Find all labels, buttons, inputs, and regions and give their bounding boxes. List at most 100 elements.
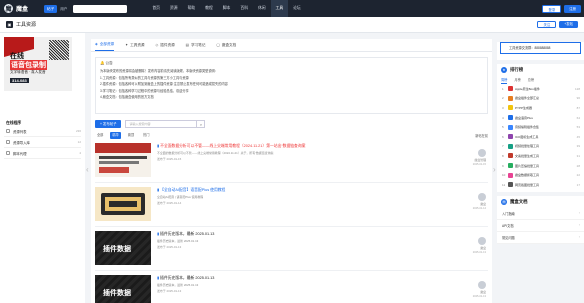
doc-icon: ▮ <box>157 232 160 236</box>
tab-docs[interactable]: ▢ 魔盒文档 <box>216 39 236 51</box>
post-item[interactable]: 插件数据 ▮ 插件历史版本，最新 2025.01.13 插件历史版本，最新 20… <box>95 227 488 271</box>
filter-all[interactable]: 全部 <box>95 132 105 139</box>
filter-featured[interactable]: 精华 <box>110 132 121 139</box>
nav-help[interactable]: 帮助 <box>183 0 201 17</box>
forum-icon: ▣ <box>6 21 13 28</box>
avatar <box>478 281 486 289</box>
nav-tools[interactable]: 工具 <box>270 0 289 17</box>
book-icon: ▤ <box>501 198 507 205</box>
rank-item[interactable]: 2 魔盒插件全部汇总 96 <box>497 94 584 104</box>
left-sidebar: 在线 语音包录制 文字转语音 · 真人发音 314-083 在线程序 资源列表 … <box>0 33 85 303</box>
publish-post-button[interactable]: + 发布帖子 <box>95 120 122 128</box>
filter-pinned[interactable]: 置顶 <box>126 132 136 139</box>
post-title[interactable]: ▮ 插件历史版本，最新 2025.01.13 <box>157 231 488 237</box>
search-scope-toggle: 帖子 用户 <box>44 4 70 13</box>
register-button[interactable]: 注册 <box>564 4 581 13</box>
login-button[interactable]: 登录 <box>542 4 562 13</box>
announcement-line: 2.插件资源：包括各种可以附加到魔盒上的插件资源 注意禁止发布任何可能造成损失的… <box>100 82 228 87</box>
tab-all[interactable]: ◈ 全部资源 <box>95 39 115 51</box>
post-title[interactable]: ▮ 插件历史版本，最新 2025.01.13 <box>157 275 488 281</box>
banner-subtitle: 语音包录制 <box>10 60 47 70</box>
announcement-line: 1.工具资源：包括所有类似的工具与资源的第三方小工具与资源 <box>100 75 189 80</box>
post-search-input[interactable]: 请输入搜索内容 <box>125 120 198 128</box>
tab-plugins[interactable]: ◇ 插件资源 <box>156 39 175 51</box>
logo[interactable]: 魔 魔盒 <box>4 4 42 13</box>
nav-leisure[interactable]: 休闲 <box>253 0 271 17</box>
banner-caption: 文字转语音 · 真人发音 <box>10 70 46 74</box>
doc-link[interactable]: 常见问题 › <box>497 232 584 244</box>
rank-item[interactable]: 8 文案批量生成工具 31 <box>497 151 584 161</box>
post-author[interactable]: 魔盒 2025-01-13 <box>473 237 486 254</box>
post-author[interactable]: 魔盒 2025-01-13 <box>473 281 486 298</box>
nav-home[interactable]: 首页 <box>147 0 165 17</box>
avatar <box>478 193 486 201</box>
rank-item[interactable]: 3 PYPP生成器 87 <box>497 103 584 113</box>
nav-wiki[interactable]: 百科 <box>235 0 253 17</box>
scope-users[interactable]: 用户 <box>57 5 70 13</box>
order-dropdown[interactable]: 新帖在前 <box>475 133 488 138</box>
search-icon[interactable]: ⌕ <box>197 120 206 128</box>
logo-icon: 魔 <box>4 4 13 13</box>
app-icon <box>508 153 513 159</box>
post-meta: 发布于 2025-01-13 <box>157 245 182 249</box>
rank-item[interactable]: 1 Apple原生Box插件 128 <box>497 84 584 94</box>
announcement-title: 🔔 公告 <box>100 61 113 65</box>
post-title[interactable]: ▮ 【全自动AI配音】语音配Plus 使用教程 <box>157 187 488 193</box>
doc-link[interactable]: 入门指南 › <box>497 208 584 220</box>
tab-notes[interactable]: ▤ 学习笔记 <box>186 39 206 51</box>
rank-item[interactable]: 9 图片压缩批量工具 28 <box>497 161 584 171</box>
post-author[interactable]: 魔盒 2025-01-14 <box>473 193 486 210</box>
promo-banner[interactable]: 在线 语音包录制 文字转语音 · 真人发音 314-083 <box>4 37 72 91</box>
follow-button[interactable]: 关注 <box>537 21 557 28</box>
chevron-left-icon[interactable]: ‹ <box>86 165 89 174</box>
sidebar-item-import[interactable]: 资源导入库 12 <box>4 137 81 148</box>
chevron-right-icon: › <box>578 235 580 240</box>
chevron-right-icon: › <box>578 211 580 216</box>
post-thumbnail: 插件数据 <box>95 275 151 303</box>
nav-tutorials[interactable]: 教程 <box>200 0 218 17</box>
sidebar-item-script-proxy[interactable]: 脚本代理 4 <box>4 148 81 159</box>
rank-item[interactable]: 4 魔盒语音Plus 64 <box>497 113 584 123</box>
sidebar-item-resource-list[interactable]: 资源列表 236 <box>4 126 81 137</box>
nav-scripts[interactable]: 脚本 <box>218 0 236 17</box>
leaderboard-title: 排行榜 <box>510 67 524 72</box>
tab-total[interactable]: 总榜 <box>528 76 534 84</box>
rank-item[interactable]: 11 网页截图批量工具 17 <box>497 180 584 190</box>
post-item[interactable]: ▮ 不全面数据分析可以不管——线上尖端常用教程（2024.11.21）第一站出“… <box>95 139 488 183</box>
avatar <box>478 149 486 157</box>
rank-item[interactable]: 5 音频编辑插件合集 53 <box>497 122 584 132</box>
rank-item[interactable]: 10 魔盒数据抓取工具 22 <box>497 170 584 180</box>
group-info[interactable]: 工具资源交流群：888888888 <box>500 42 581 54</box>
app-icon <box>508 182 513 188</box>
new-post-button[interactable]: +发帖 <box>559 21 578 28</box>
sort-bar: 全部 精华 置顶 热门 新帖在前 <box>95 132 488 139</box>
post-meta: 发布于 2025-01-14 <box>157 201 182 205</box>
filter-hot[interactable]: 热门 <box>141 132 151 139</box>
post-meta: 发布于 2025-01-13 <box>157 289 182 293</box>
post-author[interactable]: 魔盒管理 2025-01-15 <box>473 149 486 166</box>
scope-posts[interactable]: 帖子 <box>44 4 58 13</box>
book-icon: ▤ <box>185 42 190 47</box>
search-input[interactable] <box>73 4 128 13</box>
tab-tools[interactable]: ✦ 工具资源 <box>125 39 144 51</box>
chevron-right-icon[interactable]: › <box>493 165 496 174</box>
banner-code: 314-083 <box>10 78 29 83</box>
announcement-line: 为本版块发布的资源将会被删除！发布内容前请先阅读版规，本版块资源类型说明： <box>100 69 218 73</box>
tab-weekly[interactable]: 周榜 <box>501 76 508 84</box>
rank-item[interactable]: 7 视频批量处理工具 39 <box>497 142 584 152</box>
post-title[interactable]: ▮ 不全面数据分析可以不管——线上尖端常用教程（2024.11.21）第一站出“… <box>157 143 488 149</box>
post-item[interactable]: ▮ 【全自动AI配音】语音配Plus 使用教程 全自动AI配音 | 语音配Plu… <box>95 183 488 227</box>
import-icon <box>6 140 10 144</box>
post-excerpt: 插件历史版本，最新 2025.01.13 <box>157 283 199 287</box>
tab-monthly[interactable]: 月榜 <box>514 76 520 84</box>
nav-resources[interactable]: 资源 <box>165 0 183 17</box>
doc-icon: ▮ <box>157 276 160 280</box>
doc-link[interactable]: API文档 › <box>497 220 584 232</box>
logo-text: 魔盒 <box>16 7 29 13</box>
announcement-box: 🔔 公告 为本版块发布的资源将会被删除！发布内容前请先阅读版规，本版块资源类型说… <box>95 57 488 114</box>
app-icon <box>508 172 513 178</box>
app-icon <box>508 143 513 149</box>
post-item[interactable]: 插件数据 ▮ 插件历史版本，最新 2025.01.13 插件历史版本，最新 20… <box>95 271 488 303</box>
rank-item[interactable]: 6 ICO图标生成工具 45 <box>497 132 584 142</box>
nav-forum[interactable]: 论坛 <box>288 0 306 17</box>
